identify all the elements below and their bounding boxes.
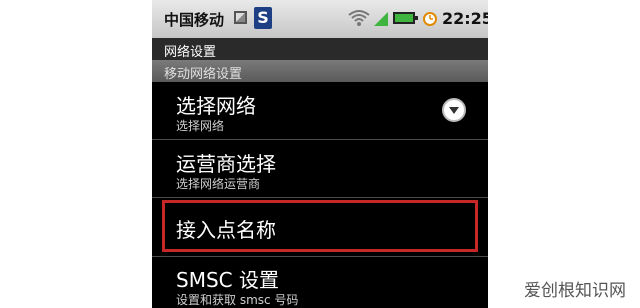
page-title: 网络设置 [164, 45, 217, 60]
item-label: 选择网络 [176, 94, 256, 118]
battery-icon [393, 12, 418, 24]
highlight-box [162, 200, 478, 252]
carrier-name: 中国移动 [164, 11, 225, 29]
item-summary: 选择网络 [176, 119, 225, 133]
phone-screen: 中国移动 S 22:25 网络设置 移动网络设置 选择网络 选择网络 运营商选择 [152, 0, 488, 308]
status-bar: 中国移动 S 22:25 [152, 0, 488, 38]
list-item-operator-select[interactable]: 运营商选择 选择网络运营商 [152, 140, 488, 198]
item-summary: 设置和获取 smsc 号码 [176, 293, 299, 307]
wifi-icon [348, 10, 370, 26]
watermark: 爱创根知识网 [520, 275, 630, 302]
item-label: SMSC 设置 [176, 268, 279, 292]
section-header: 移动网络设置 [152, 60, 488, 82]
dropdown-icon[interactable] [442, 98, 466, 122]
alarm-clock-icon [423, 12, 437, 26]
item-label: 运营商选择 [176, 152, 276, 176]
list-item-smsc-settings[interactable]: SMSC 设置 设置和获取 smsc 号码 [152, 257, 488, 308]
signal-icon [374, 12, 388, 26]
status-clock: 22:25 [442, 9, 488, 28]
section-header-label: 移动网络设置 [164, 67, 243, 82]
title-bar: 网络设置 [152, 38, 488, 61]
item-summary: 选择网络运营商 [176, 177, 261, 191]
s-app-icon: S [254, 7, 272, 29]
list-item-select-network[interactable]: 选择网络 选择网络 [152, 82, 488, 140]
image-notification-icon [234, 11, 247, 24]
